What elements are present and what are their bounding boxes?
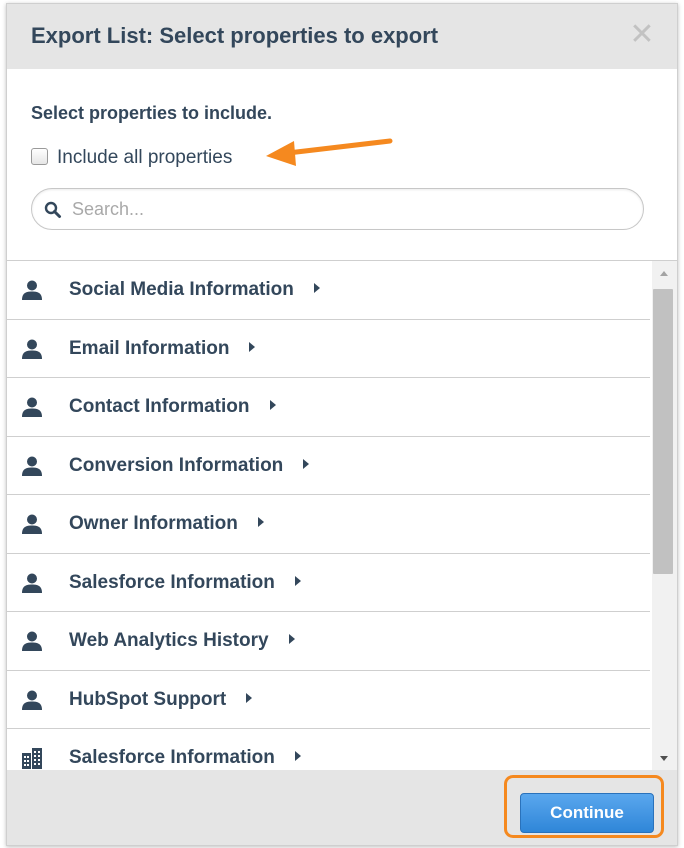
search-box[interactable] bbox=[31, 188, 644, 230]
property-group-label: Contact Information bbox=[69, 396, 276, 418]
export-list-modal: Export List: Select properties to export… bbox=[6, 3, 678, 846]
property-group-list: Social Media Information Email Informatio… bbox=[7, 260, 677, 770]
search-icon bbox=[44, 201, 61, 218]
contact-icon bbox=[21, 513, 43, 535]
property-group-label: Salesforce Information bbox=[69, 747, 301, 769]
caret-right-icon[interactable] bbox=[313, 283, 320, 293]
property-group-item[interactable]: HubSpot Support bbox=[7, 671, 650, 729]
continue-button[interactable]: Continue bbox=[520, 793, 654, 833]
include-all-properties-row[interactable]: Include all properties bbox=[31, 145, 232, 171]
contact-icon bbox=[21, 572, 43, 594]
property-group-text: HubSpot Support bbox=[69, 688, 227, 710]
property-group-text: Contact Information bbox=[69, 396, 250, 417]
scroll-down-arrow-icon[interactable] bbox=[660, 756, 668, 761]
close-icon[interactable]: ✕ bbox=[629, 20, 655, 50]
property-group-text: Salesforce Information bbox=[69, 571, 275, 593]
property-group-text: Email Information bbox=[69, 337, 230, 359]
caret-right-icon[interactable] bbox=[269, 400, 276, 410]
include-all-checkbox[interactable] bbox=[31, 147, 48, 165]
contact-icon bbox=[21, 396, 43, 418]
scroll-thumb[interactable] bbox=[653, 289, 673, 574]
property-group-text: Salesforce Information bbox=[69, 747, 275, 768]
property-group-text: Social Media Information bbox=[69, 279, 294, 300]
caret-right-icon[interactable] bbox=[294, 575, 301, 586]
property-group-item[interactable]: Salesforce Information bbox=[7, 554, 650, 612]
contact-icon bbox=[21, 630, 43, 652]
section-label: Select properties to include. bbox=[31, 103, 273, 123]
property-group-item[interactable]: Contact Information bbox=[7, 378, 650, 437]
modal-header: Export List: Select properties to export… bbox=[7, 4, 677, 69]
modal-title: Export List: Select properties to export bbox=[31, 23, 439, 48]
property-group-text: Web Analytics History bbox=[69, 630, 269, 651]
property-group-label: Email Information bbox=[69, 337, 256, 360]
property-group-label: Owner Information bbox=[69, 513, 264, 535]
property-group-items: Social Media Information Email Informatio… bbox=[7, 261, 650, 770]
property-group-label: HubSpot Support bbox=[69, 688, 253, 711]
property-group-text: Conversion Information bbox=[69, 454, 284, 476]
property-group-label: Web Analytics History bbox=[69, 630, 295, 652]
caret-right-icon[interactable] bbox=[294, 751, 301, 761]
property-group-item[interactable]: Web Analytics History bbox=[7, 612, 650, 671]
property-group-item[interactable]: Social Media Information bbox=[7, 261, 650, 320]
property-group-label: Social Media Information bbox=[69, 279, 320, 301]
caret-right-icon[interactable] bbox=[303, 458, 310, 469]
caret-right-icon[interactable] bbox=[249, 341, 256, 352]
property-group-text: Owner Information bbox=[69, 513, 238, 534]
include-all-label[interactable]: Include all properties bbox=[57, 147, 232, 169]
contact-icon bbox=[21, 279, 43, 301]
property-group-label: Salesforce Information bbox=[69, 572, 301, 594]
property-group-item[interactable]: Conversion Information bbox=[7, 437, 650, 495]
contact-icon bbox=[21, 338, 43, 360]
property-group-item[interactable]: Owner Information bbox=[7, 495, 650, 554]
scroll-up-arrow-icon[interactable] bbox=[660, 271, 668, 276]
search-input[interactable] bbox=[72, 195, 632, 223]
contact-icon bbox=[21, 689, 43, 711]
company-icon bbox=[21, 747, 43, 769]
property-group-label: Conversion Information bbox=[69, 454, 310, 477]
contact-icon bbox=[21, 455, 43, 477]
scrollbar[interactable] bbox=[652, 261, 677, 770]
caret-right-icon[interactable] bbox=[288, 634, 295, 644]
caret-right-icon[interactable] bbox=[257, 517, 264, 527]
modal-footer: Continue bbox=[7, 770, 677, 845]
caret-right-icon[interactable] bbox=[246, 692, 253, 703]
property-group-item[interactable]: Email Information bbox=[7, 320, 650, 378]
annotation-arrow-icon bbox=[266, 138, 393, 166]
property-group-item[interactable]: Salesforce Information bbox=[7, 729, 650, 770]
